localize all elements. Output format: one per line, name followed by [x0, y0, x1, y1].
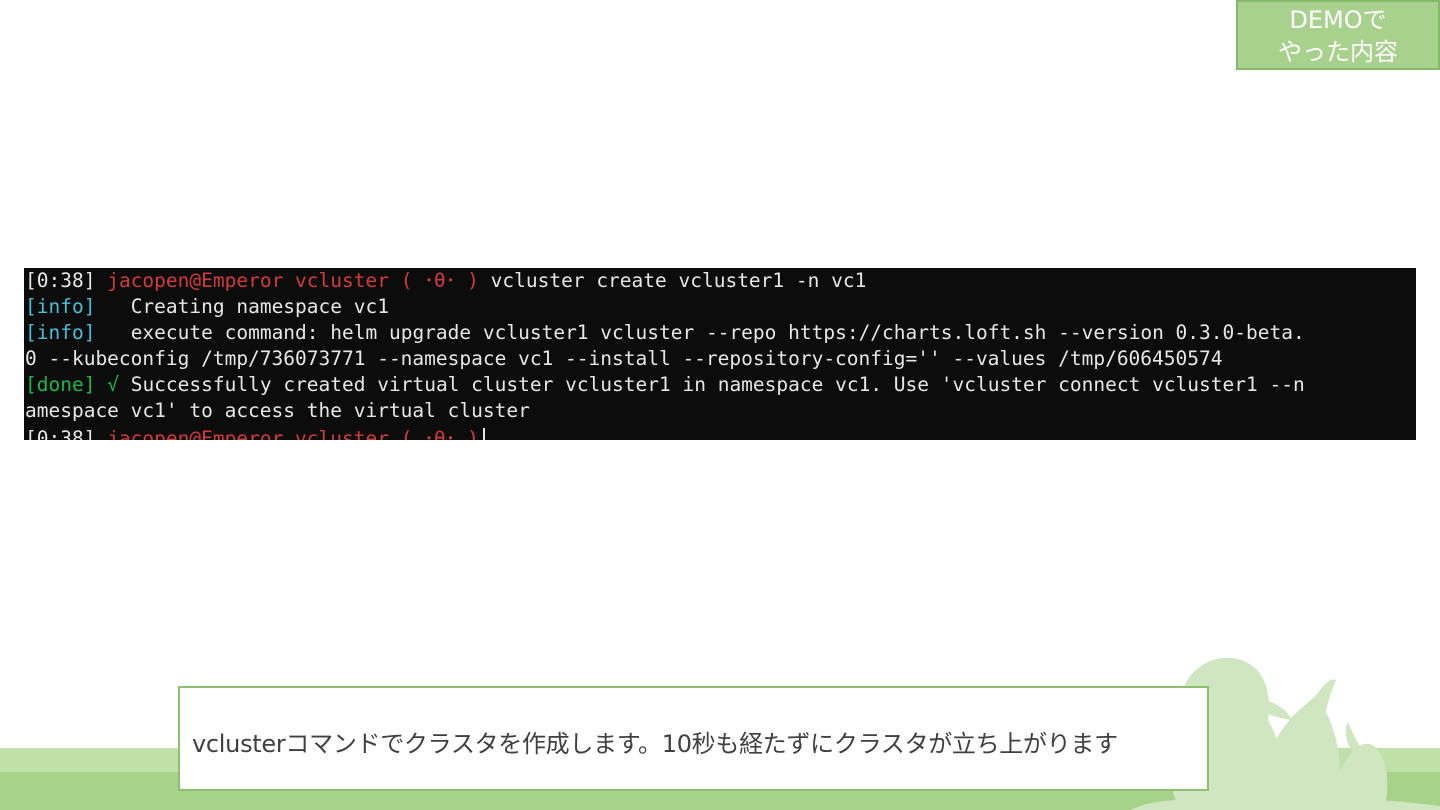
prompt-user: jacopen@Emperor vcluster ( ･θ･ )	[107, 427, 479, 440]
badge-line-2: やった内容	[1278, 38, 1398, 66]
terminal-screenshot: [0:38] jacopen@Emperor vcluster ( ･θ･ ) …	[24, 268, 1416, 440]
prompt-user: jacopen@Emperor vcluster ( ･θ･ )	[107, 269, 479, 292]
info-text: execute command: helm upgrade vcluster1 …	[130, 321, 1305, 344]
caption-text: vclusterコマンドでクラスタを作成します。10秒も経たずにクラスタが立ち上…	[192, 730, 1118, 758]
done-text: Successfully created virtual cluster vcl…	[130, 373, 1305, 396]
info-text: Creating namespace vc1	[130, 295, 389, 318]
terminal-line-prompt: [0:38] jacopen@Emperor vcluster ( ･θ･ )	[25, 426, 1416, 440]
info-tag: [info]	[25, 321, 96, 344]
cursor-icon	[482, 428, 485, 440]
terminal-line-done: [done] √ Successfully created virtual cl…	[25, 372, 1416, 398]
done-tag: [done]	[25, 373, 96, 396]
command-text: vcluster create vcluster1 -n vc1	[490, 269, 867, 292]
badge-line-1: DEMOで	[1289, 6, 1387, 34]
terminal-line-info-2-wrap: 0 --kubeconfig /tmp/736073771 --namespac…	[25, 347, 1223, 370]
terminal-line-info-1: [info] Creating namespace vc1	[25, 294, 1416, 320]
terminal-line-command: [0:38] jacopen@Emperor vcluster ( ･θ･ ) …	[25, 268, 1416, 294]
info-tag: [info]	[25, 295, 96, 318]
prompt-time: [0:38]	[25, 427, 96, 440]
prompt-time: [0:38]	[25, 269, 96, 292]
check-icon: √	[107, 373, 119, 396]
terminal-line-done-wrap: amespace vc1' to access the virtual clus…	[25, 399, 530, 422]
demo-badge: DEMOで やった内容	[1236, 0, 1440, 70]
caption-box: vclusterコマンドでクラスタを作成します。10秒も経たずにクラスタが立ち上…	[178, 686, 1209, 791]
terminal-line-info-2: [info] execute command: helm upgrade vcl…	[25, 320, 1416, 346]
